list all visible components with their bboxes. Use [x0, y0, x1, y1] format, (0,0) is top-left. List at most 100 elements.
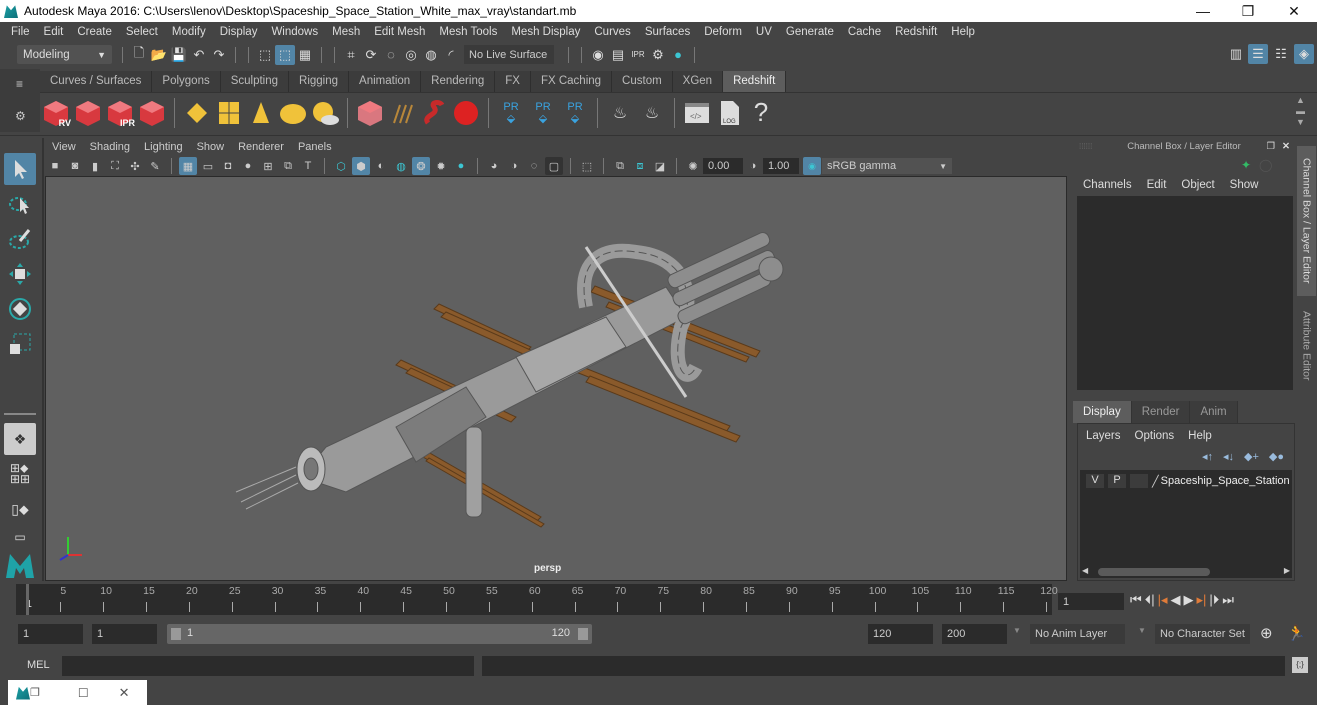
- shelf-tab-redshift[interactable]: Redshift: [723, 71, 787, 92]
- menu-create[interactable]: Create: [70, 26, 119, 38]
- play-backwards-icon[interactable]: ◀: [1171, 592, 1181, 608]
- animation-preferences-icon[interactable]: 🏃: [1287, 624, 1306, 642]
- redshift-script-editor-icon[interactable]: </>: [682, 98, 712, 128]
- persp-graph-layout-icon[interactable]: ▭: [4, 528, 36, 546]
- shelf-tab-rigging[interactable]: Rigging: [289, 71, 350, 92]
- tab-channel-box-layer-editor[interactable]: Channel Box / Layer Editor: [1297, 146, 1316, 296]
- redshift-cache-single-icon[interactable]: ♨: [637, 98, 667, 128]
- menu-surfaces[interactable]: Surfaces: [638, 26, 697, 38]
- close-icon[interactable]: ✕: [119, 685, 130, 701]
- exposure-field[interactable]: 0.00: [703, 158, 743, 174]
- select-object-icon[interactable]: ⬚: [275, 44, 295, 65]
- camera-select-icon[interactable]: ■: [46, 157, 64, 175]
- step-forward-frame-icon[interactable]: |⏵: [1209, 592, 1219, 608]
- menu-generate[interactable]: Generate: [779, 26, 841, 38]
- ipr-render-icon[interactable]: IPR: [628, 45, 648, 65]
- menu-deform[interactable]: Deform: [697, 26, 749, 38]
- step-forward-key-icon[interactable]: ▸|: [1197, 592, 1207, 608]
- film-gate-icon[interactable]: ▭: [199, 157, 217, 175]
- single-perspective-layout-icon[interactable]: ❖: [4, 423, 36, 455]
- chevron-down-icon[interactable]: ▼: [1013, 626, 1021, 635]
- shelf-menu-icon[interactable]: ≡: [16, 77, 23, 91]
- move-layer-up-icon[interactable]: ◂↑: [1202, 450, 1213, 463]
- layer-tab-render[interactable]: Render: [1131, 401, 1191, 423]
- layer-visibility-toggle[interactable]: V: [1086, 474, 1104, 488]
- restore-icon[interactable]: ❐: [30, 686, 40, 699]
- maximize-icon[interactable]: ☐: [78, 686, 89, 700]
- range-end-handle[interactable]: [578, 628, 588, 640]
- go-to-end-icon[interactable]: ⏭: [1222, 592, 1234, 608]
- help-icon[interactable]: ?: [746, 97, 776, 128]
- redo-icon[interactable]: ↷: [209, 45, 229, 65]
- rotate-tool-icon[interactable]: [4, 293, 36, 325]
- viewport-menu-view[interactable]: View: [45, 141, 83, 153]
- redshift-ipr-icon[interactable]: IPR: [105, 98, 135, 128]
- playback-start-field[interactable]: 1: [92, 624, 157, 644]
- menu-redshift[interactable]: Redshift: [888, 26, 944, 38]
- multisample-aa-icon[interactable]: ◑: [505, 157, 523, 175]
- layer-display-type-toggle[interactable]: [1130, 474, 1148, 488]
- shelf-tab-fx[interactable]: FX: [495, 71, 531, 92]
- scale-tool-icon[interactable]: [4, 328, 36, 360]
- viewport-menu-lighting[interactable]: Lighting: [137, 141, 190, 153]
- menu-cache[interactable]: Cache: [841, 26, 888, 38]
- wireframe-icon[interactable]: ⬡: [332, 157, 350, 175]
- command-input[interactable]: [62, 656, 474, 676]
- gamma-icon[interactable]: ◑: [744, 157, 762, 175]
- menu-mesh-tools[interactable]: Mesh Tools: [432, 26, 504, 38]
- close-button[interactable]: ✕: [1271, 0, 1317, 22]
- menu-uv[interactable]: UV: [749, 26, 779, 38]
- command-language-label[interactable]: MEL: [27, 659, 50, 671]
- channel-list[interactable]: [1077, 196, 1293, 390]
- float-panel-icon[interactable]: ❐: [1266, 141, 1275, 152]
- grease-pencil-icon[interactable]: ✎: [146, 157, 164, 175]
- channel-box-menu-channels[interactable]: Channels: [1083, 179, 1132, 191]
- redshift-log-icon[interactable]: LOG: [714, 98, 744, 128]
- layer-row[interactable]: V P ╱ Spaceship_Space_Station: [1080, 472, 1292, 490]
- redshift-proxy-export-icon[interactable]: PR ⬙: [528, 98, 558, 128]
- channel-box-menu-object[interactable]: Object: [1181, 179, 1214, 191]
- script-editor-icon[interactable]: {;}: [1292, 657, 1308, 673]
- redshift-hair-icon[interactable]: [387, 98, 417, 128]
- redshift-batch-render-icon[interactable]: [73, 98, 103, 128]
- xray-joints-icon[interactable]: ⧉: [611, 157, 629, 175]
- animation-start-field[interactable]: 1: [18, 624, 83, 644]
- shelf-tab-rendering[interactable]: Rendering: [421, 71, 496, 92]
- new-scene-icon[interactable]: 🗋: [129, 45, 149, 65]
- redshift-shader-icon[interactable]: [419, 98, 449, 128]
- redshift-material-ball-icon[interactable]: [451, 98, 481, 128]
- snap-point-icon[interactable]: ◌: [381, 45, 401, 65]
- shadows-icon[interactable]: ✹: [432, 157, 450, 175]
- gamma-field[interactable]: 1.00: [763, 158, 799, 174]
- layer-color-icon[interactable]: ╱: [1152, 475, 1159, 488]
- safe-title-icon[interactable]: T: [299, 157, 317, 175]
- drag-handle-icon[interactable]: ⁞⁞⁞⁞⁞⁞: [1079, 142, 1092, 151]
- persp-outliner-layout-icon[interactable]: ▯⬥: [4, 493, 36, 525]
- make-live-icon[interactable]: ◜: [441, 45, 461, 65]
- current-time-indicator[interactable]: [26, 584, 29, 615]
- shelf-tab-polygons[interactable]: Polygons: [152, 71, 221, 92]
- channel-box-menu-edit[interactable]: Edit: [1147, 179, 1167, 191]
- screen-space-ao-icon[interactable]: ●: [452, 157, 470, 175]
- 2d-pan-zoom-icon[interactable]: ✣: [126, 157, 144, 175]
- gate-mask-icon[interactable]: ●: [239, 157, 257, 175]
- snap-grid-icon[interactable]: ⌗: [341, 45, 361, 65]
- viewport-menu-shading[interactable]: Shading: [83, 141, 137, 153]
- layer-playback-toggle[interactable]: P: [1108, 474, 1126, 488]
- viewport-menu-renderer[interactable]: Renderer: [231, 141, 291, 153]
- undo-icon[interactable]: ↶: [189, 45, 209, 65]
- scroll-left-icon[interactable]: ◀: [1082, 566, 1088, 575]
- speed-icon[interactable]: ◯: [1259, 158, 1272, 172]
- perspective-viewport[interactable]: persp: [45, 176, 1067, 581]
- field-chart-icon[interactable]: ⊞: [259, 157, 277, 175]
- shelf-tab-fx-caching[interactable]: FX Caching: [530, 71, 613, 92]
- attribute-editor-toggle-icon[interactable]: ☰: [1248, 44, 1268, 64]
- channel-box-toggle-icon[interactable]: ◈: [1294, 44, 1314, 64]
- backface-culling-icon[interactable]: ◪: [651, 157, 669, 175]
- snap-live-icon[interactable]: ◍: [421, 45, 441, 65]
- resolution-gate-icon[interactable]: ◘: [219, 157, 237, 175]
- channel-box-menu-show[interactable]: Show: [1230, 179, 1259, 191]
- redshift-cache-icon[interactable]: ♨: [605, 98, 635, 128]
- select-tool-icon[interactable]: [4, 153, 36, 185]
- four-view-layout-icon[interactable]: ⊞⬥ ⊞⊞: [4, 458, 36, 490]
